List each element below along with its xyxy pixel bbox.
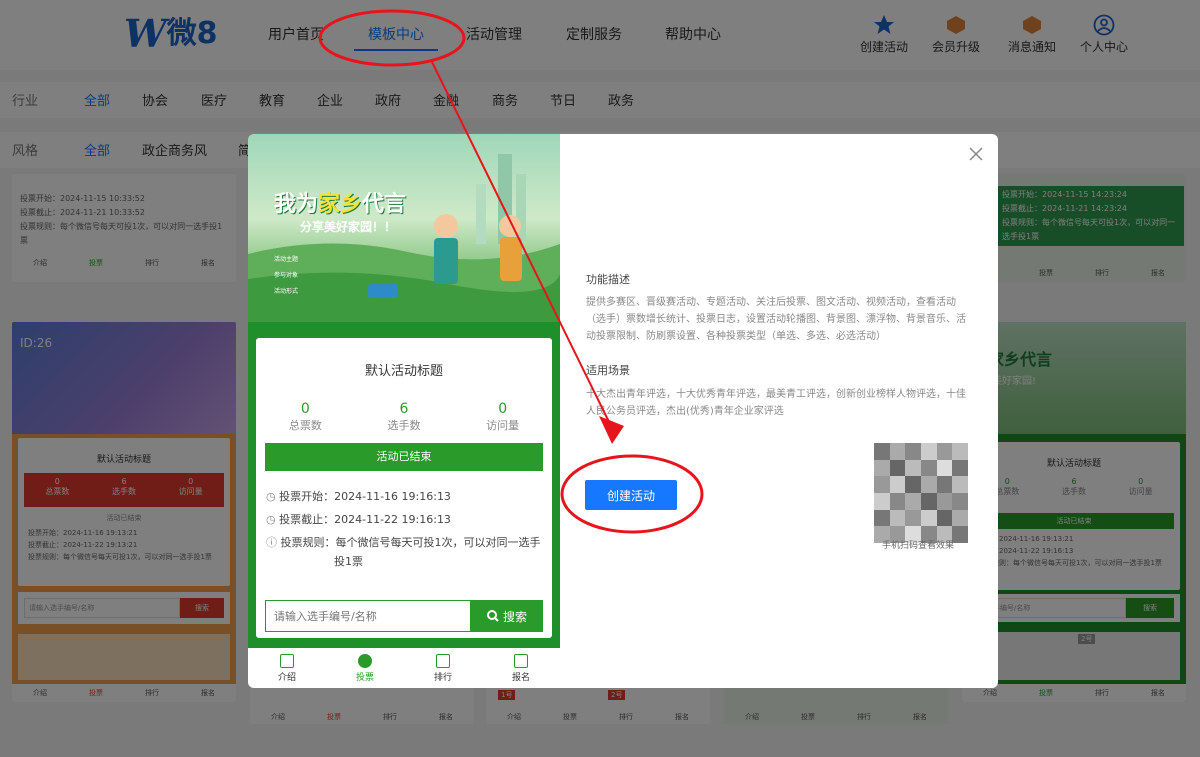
poster-image: 我为家乡代言 分享美好家园！！ 活动主题 参与对象 活动形式 [248, 134, 560, 322]
tab-rank[interactable]: 排行 [404, 648, 482, 688]
vote-rule: ⓘ 投票规则：每个微信号每天可投1次，可以对同一选手 投1票 [266, 536, 541, 568]
poster-headline-c: 代言 [362, 192, 407, 217]
user-icon [358, 654, 372, 668]
players-label: 选手数 [387, 419, 421, 432]
search-input[interactable] [265, 600, 471, 632]
players-value: 6 [399, 401, 409, 417]
phone-preview: 我为家乡代言 分享美好家园！！ 活动主题 参与对象 活动形式 默认活动标题 0 … [248, 134, 560, 688]
info-icon: ⓘ [266, 536, 277, 549]
feature-title: 功能描述 [586, 273, 630, 286]
intro-icon [280, 654, 294, 668]
qr-code [874, 443, 968, 543]
total-votes-value: 0 [300, 401, 310, 417]
signup-icon [514, 654, 528, 668]
rank-icon [436, 654, 450, 668]
activity-title: 默认活动标题 [364, 364, 443, 379]
tab-intro[interactable]: 介绍 [248, 648, 326, 688]
template-preview-modal: 我为家乡代言 分享美好家园！！ 活动主题 参与对象 活动形式 默认活动标题 0 … [248, 134, 998, 688]
scene-text: 十大杰出青年评选，十大优秀青年评选，最美青工评选，创新创业榜样人物评选，十佳人民… [586, 389, 966, 417]
activity-info-card: 默认活动标题 0 总票数 6 选手数 0 访问量 活动已结束 ◷ 投票开始：20… [256, 338, 552, 638]
vote-end: ◷ 投票截止：2024-11-22 19:16:13 [266, 513, 451, 526]
poster-headline-a: 我为 [274, 192, 319, 217]
poster-headline-b: 家乡 [318, 192, 363, 217]
create-activity-button[interactable]: 创建活动 [585, 480, 677, 510]
visits-label: 访问量 [486, 419, 520, 432]
vote-start: ◷ 投票开始：2024-11-16 19:16:13 [266, 490, 451, 503]
tab-signup[interactable]: 报名 [482, 648, 560, 688]
feature-text: 提供多赛区、晋级赛活动、专题活动、关注后投票、图文活动、视频活动，查看活动（选手… [586, 297, 966, 342]
clock-icon: ◷ [266, 490, 276, 503]
preview-tabbar: 介绍 投票 排行 报名 [248, 648, 560, 688]
clock-icon: ◷ [266, 513, 276, 526]
close-icon[interactable] [968, 146, 984, 162]
poster-subline: 分享美好家园！！ [300, 220, 397, 234]
search-icon [486, 610, 499, 622]
tab-vote[interactable]: 投票 [326, 648, 404, 688]
search-bar: 搜索 [265, 600, 543, 632]
visits-value: 0 [498, 401, 508, 417]
search-button[interactable]: 搜索 [471, 600, 543, 632]
qr-caption: 手机扫码查看效果 [882, 541, 955, 551]
activity-status-bar: 活动已结束 [265, 443, 543, 471]
scene-title: 适用场景 [586, 364, 630, 377]
total-votes-label: 总票数 [288, 419, 322, 432]
